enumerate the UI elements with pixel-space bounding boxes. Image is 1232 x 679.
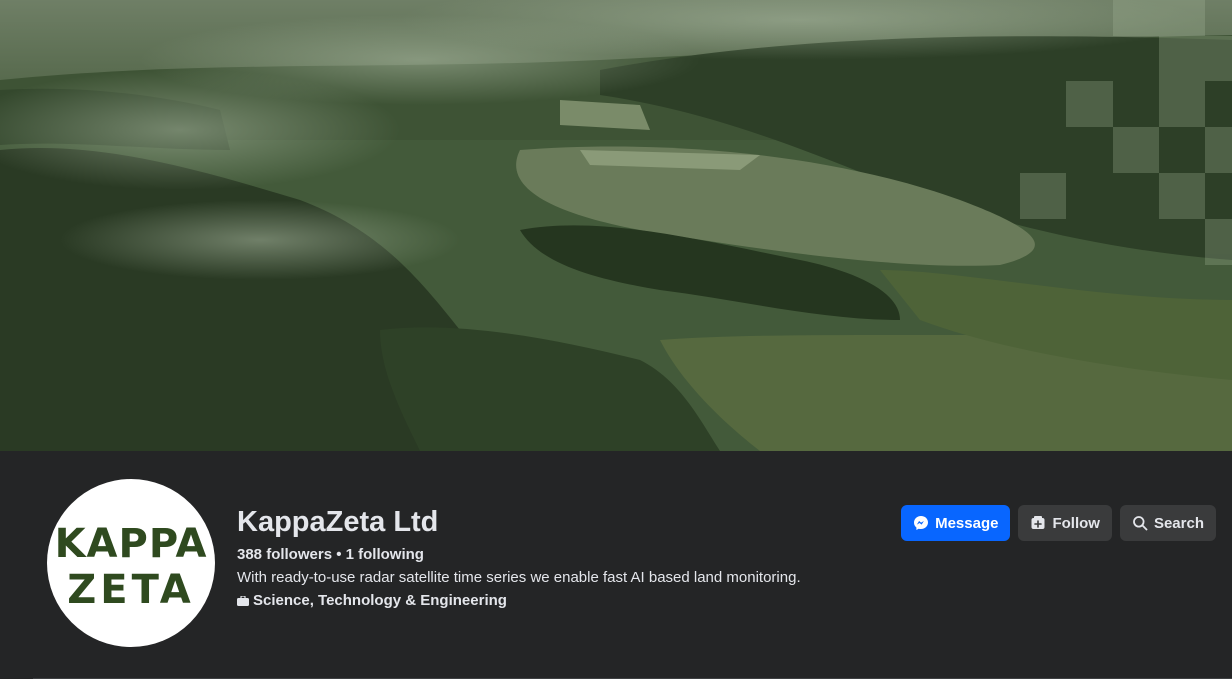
following-link[interactable]: 1 following bbox=[346, 546, 424, 563]
profile-avatar[interactable]: KAPPA ZETA bbox=[47, 479, 215, 647]
search-label: Search bbox=[1153, 514, 1204, 532]
page-bio: With ready-to-use radar satellite time s… bbox=[237, 569, 801, 586]
category-label: Science, Technology & Engineering bbox=[253, 592, 507, 609]
logo-line-1: KAPPA bbox=[55, 521, 208, 567]
logo-line-2: ZETA bbox=[67, 567, 194, 613]
message-button[interactable]: Message bbox=[901, 505, 1011, 541]
cover-photo[interactable] bbox=[0, 0, 1232, 451]
search-button[interactable]: Search bbox=[1119, 505, 1216, 541]
profile-actions: Message Follow Search bbox=[901, 505, 1216, 541]
follow-counts: 388 followers • 1 following bbox=[237, 546, 424, 564]
profile-header: KAPPA ZETA KappaZeta Ltd 388 followers •… bbox=[0, 451, 1232, 679]
page-category: Science, Technology & Engineering bbox=[237, 592, 507, 610]
kappazeta-logo: KAPPA ZETA bbox=[55, 521, 208, 613]
briefcase-icon bbox=[237, 596, 249, 606]
follow-button[interactable]: Follow bbox=[1018, 505, 1112, 541]
follow-label: Follow bbox=[1052, 514, 1100, 532]
message-label: Message bbox=[935, 514, 999, 532]
followers-link[interactable]: 388 followers bbox=[237, 546, 332, 563]
search-icon bbox=[1133, 516, 1148, 531]
cover-landscape-image bbox=[0, 0, 1232, 451]
counts-separator: • bbox=[332, 546, 346, 563]
follow-page-icon bbox=[1031, 516, 1045, 529]
messenger-icon bbox=[914, 516, 929, 530]
page-name: KappaZeta Ltd bbox=[237, 506, 439, 538]
